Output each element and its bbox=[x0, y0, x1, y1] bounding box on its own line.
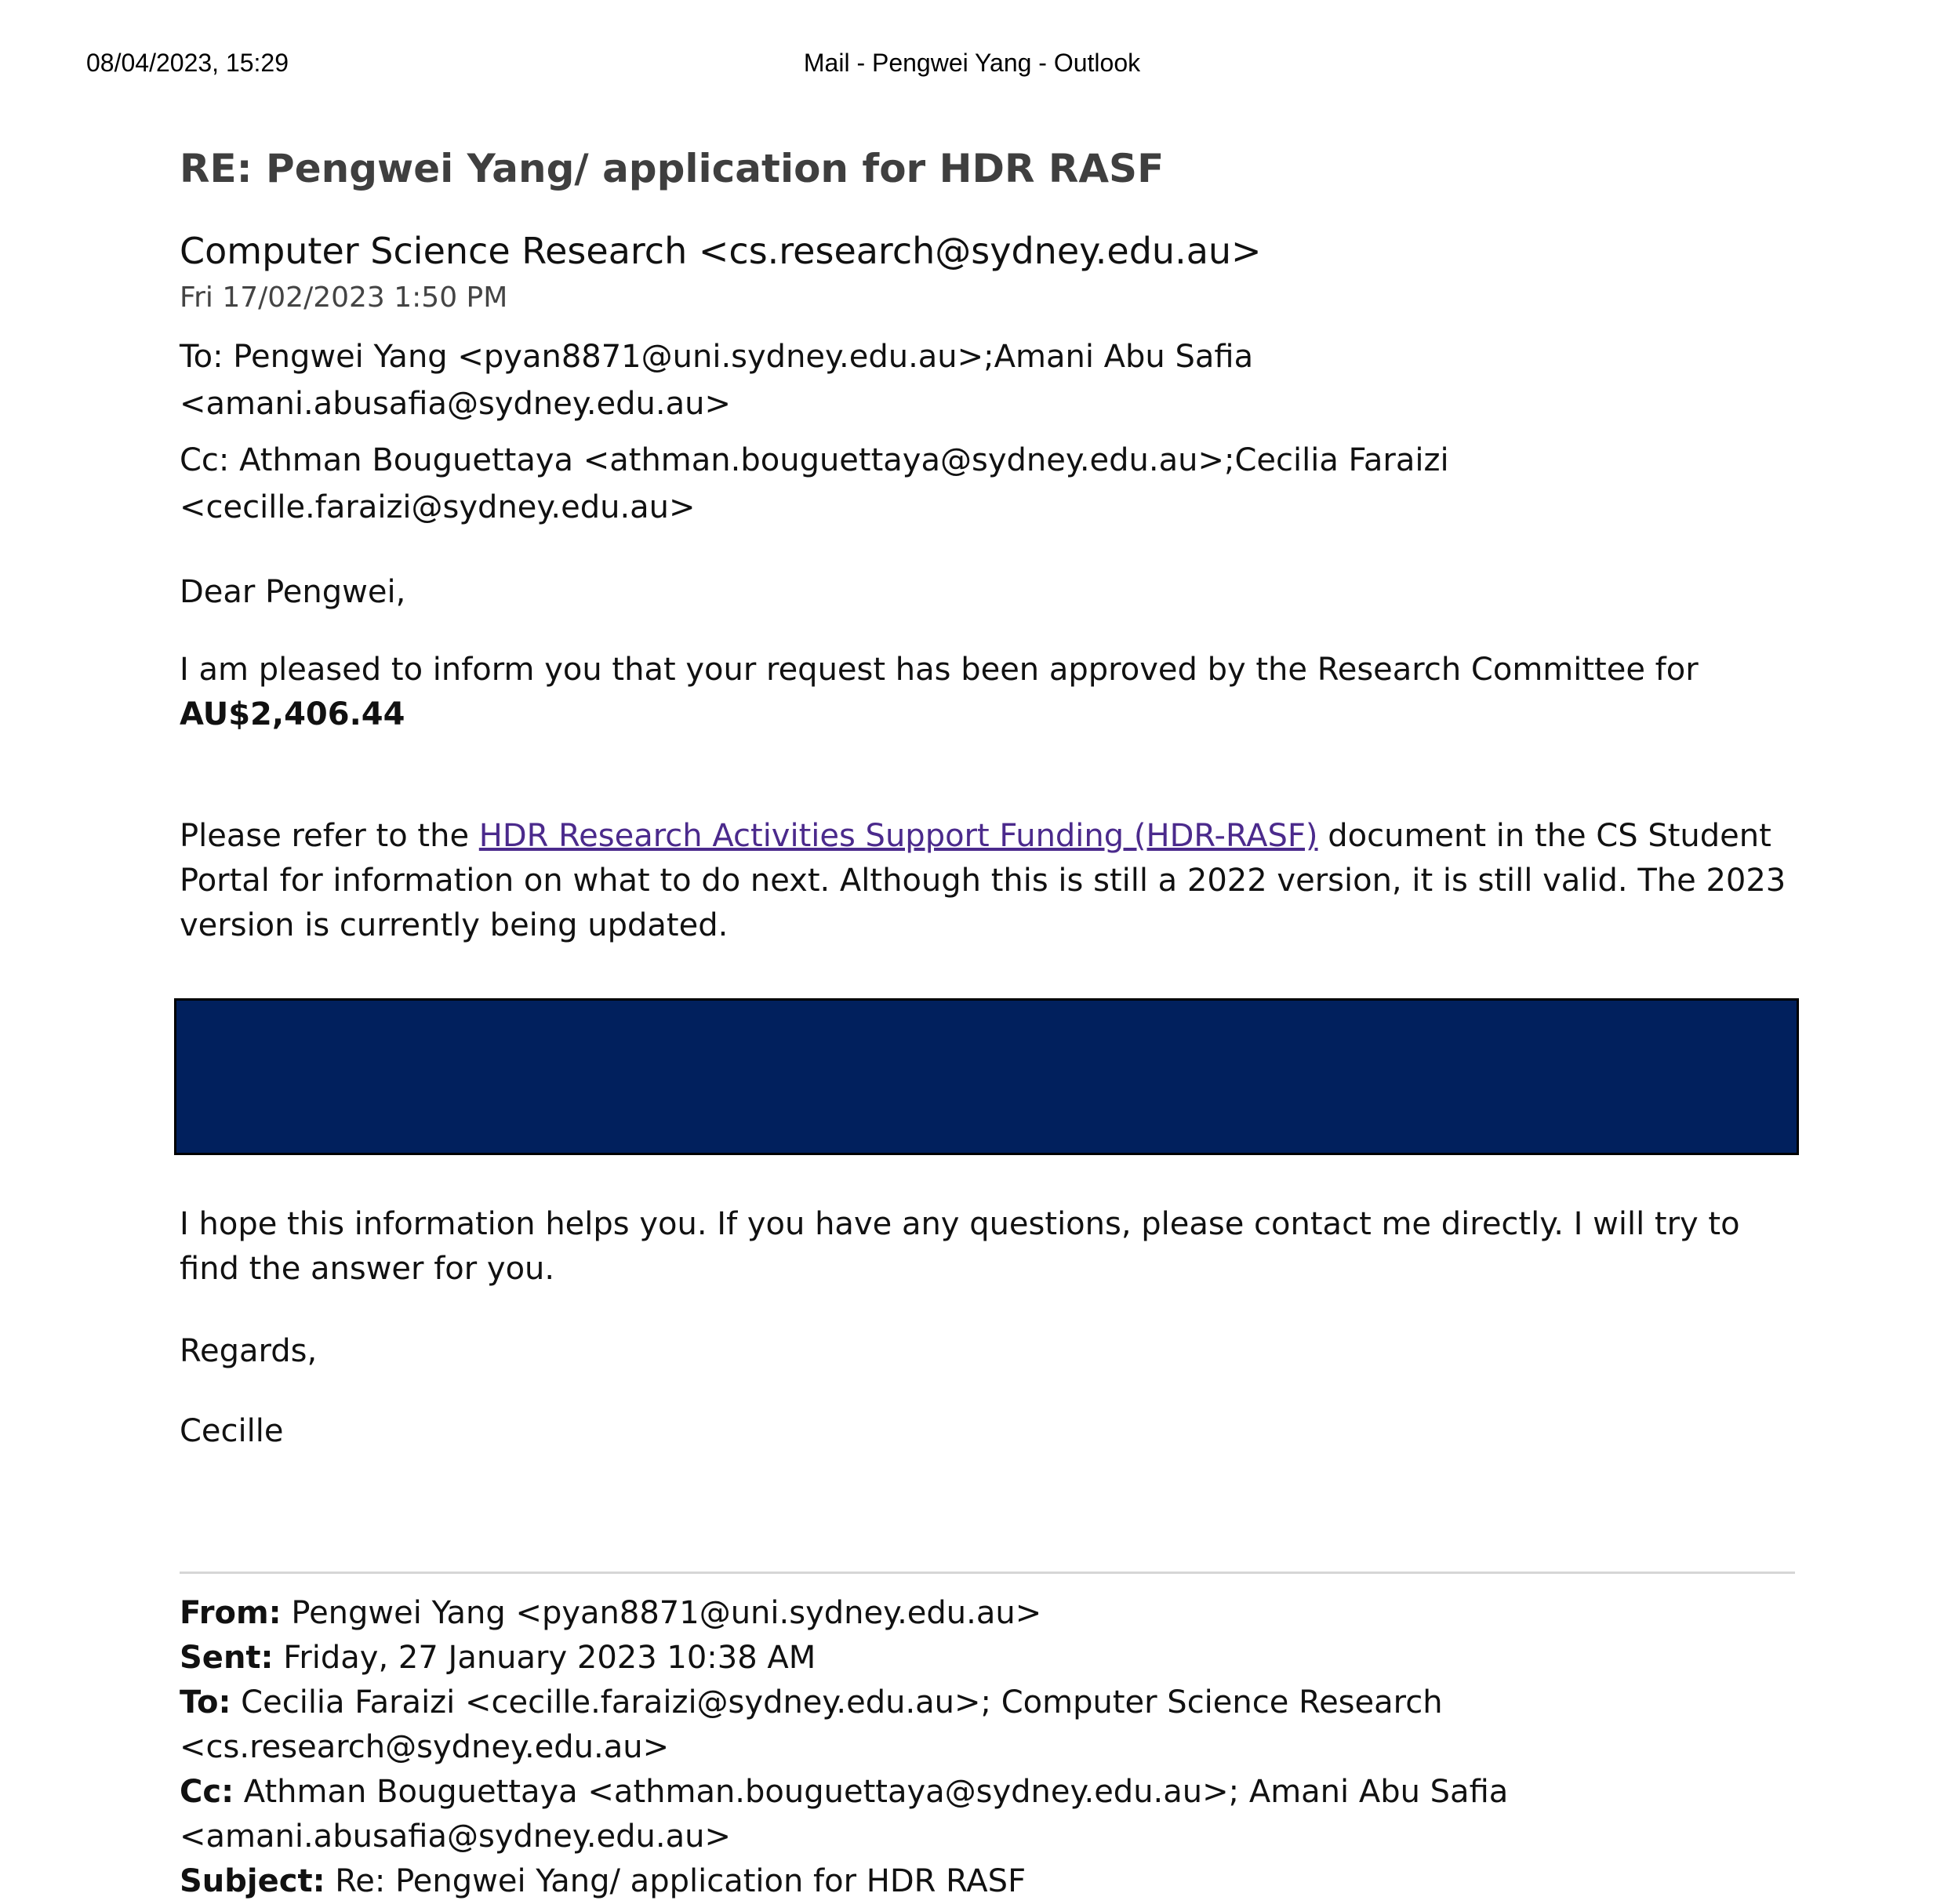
email-approval-paragraph: I am pleased to inform you that your req… bbox=[180, 648, 1795, 737]
approved-amount: AU$2,406.44 bbox=[180, 696, 405, 733]
quoted-subject-value: Re: Pengwei Yang/ application for HDR RA… bbox=[325, 1863, 1027, 1900]
quoted-sent: Sent: Friday, 27 January 2023 10:38 AM bbox=[180, 1636, 1795, 1681]
quoted-from-value: Pengwei Yang <pyan8871@uni.sydney.edu.au… bbox=[281, 1595, 1042, 1632]
hdr-rasf-link[interactable]: HDR Research Activities Support Funding … bbox=[479, 818, 1318, 854]
approval-text: I am pleased to inform you that your req… bbox=[180, 652, 1699, 689]
quoted-sent-value: Friday, 27 January 2023 10:38 AM bbox=[273, 1640, 816, 1677]
quoted-to-value: Cecilia Faraizi <cecille.faraizi@sydney.… bbox=[180, 1684, 1443, 1766]
email-regards: Regards, bbox=[180, 1333, 318, 1370]
redacted-block bbox=[174, 998, 1799, 1156]
instructions-pre-text: Please refer to the bbox=[180, 818, 479, 855]
quoted-sent-label: Sent: bbox=[180, 1640, 274, 1677]
email-to-recipients[interactable]: To: Pengwei Yang <pyan8871@uni.sydney.ed… bbox=[180, 333, 1795, 427]
email-signoff: Cecille bbox=[180, 1413, 284, 1450]
quoted-cc-label: Cc: bbox=[180, 1774, 234, 1811]
email-message: RE: Pengwei Yang/ application for HDR RA… bbox=[174, 145, 1799, 1904]
email-cc-line2: <cecille.faraizi@sydney.edu.au> bbox=[180, 489, 696, 526]
quoted-message-header: From: Pengwei Yang <pyan8871@uni.sydney.… bbox=[180, 1591, 1795, 1904]
email-instructions-paragraph: Please refer to the HDR Research Activit… bbox=[180, 814, 1795, 948]
email-subject: RE: Pengwei Yang/ application for HDR RA… bbox=[180, 146, 1165, 191]
quoted-to: To: Cecilia Faraizi <cecille.faraizi@syd… bbox=[180, 1681, 1795, 1770]
email-help-paragraph: I hope this information helps you. If yo… bbox=[180, 1206, 1740, 1288]
quoted-subject-label: Subject: bbox=[180, 1863, 325, 1900]
email-sender[interactable]: Computer Science Research <cs.research@s… bbox=[180, 230, 1795, 273]
email-cc-line1: Cc: Athman Bouguettaya <athman.bouguetta… bbox=[180, 442, 1449, 479]
quoted-to-label: To: bbox=[180, 1684, 231, 1721]
quoted-divider bbox=[180, 1572, 1795, 1575]
quoted-from: From: Pengwei Yang <pyan8871@uni.sydney.… bbox=[180, 1591, 1795, 1636]
print-page-title: Mail - Pengwei Yang - Outlook bbox=[803, 49, 1141, 77]
email-cc-recipients[interactable]: Cc: Athman Bouguettaya <athman.bouguetta… bbox=[180, 437, 1795, 531]
print-header: 08/04/2023, 15:29 Mail - Pengwei Yang - … bbox=[0, 49, 1944, 80]
quoted-cc-continued: <amani.abusafia@sydney.edu.au> bbox=[180, 1819, 731, 1855]
email-greeting: Dear Pengwei, bbox=[180, 574, 406, 611]
quoted-from-label: From: bbox=[180, 1595, 282, 1632]
quoted-subject: Subject: Re: Pengwei Yang/ application f… bbox=[180, 1859, 1795, 1904]
quoted-cc-value: Athman Bouguettaya <athman.bouguettaya@s… bbox=[234, 1774, 1509, 1811]
quoted-cc: Cc: Athman Bouguettaya <athman.bouguetta… bbox=[180, 1770, 1795, 1815]
email-date: Fri 17/02/2023 1:50 PM bbox=[180, 282, 508, 314]
